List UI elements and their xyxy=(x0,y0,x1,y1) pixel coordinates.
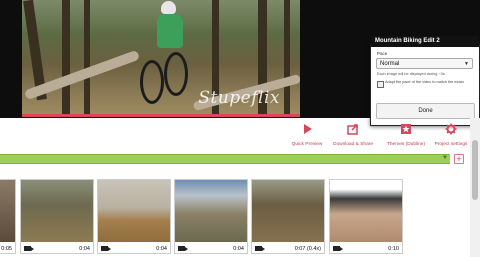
video-camera-icon xyxy=(101,246,111,251)
clip-info-bar: 0:04 xyxy=(21,242,93,253)
clip-image xyxy=(252,180,324,242)
clip-duration: 0:07 (0.4x) xyxy=(294,246,321,252)
themes-icon xyxy=(401,124,411,134)
clip-duration: 0:05 xyxy=(1,246,12,252)
clip-info-bar: 0:07 (0.4x) xyxy=(252,242,324,253)
video-camera-icon xyxy=(24,246,34,251)
done-button[interactable]: Done xyxy=(376,103,475,119)
clip-thumbnail[interactable]: 0:10 xyxy=(329,179,403,254)
chevron-down-icon[interactable]: ▼ xyxy=(442,155,448,161)
clip-image xyxy=(0,180,15,242)
pace-select[interactable]: Normal ▼ xyxy=(376,58,473,69)
music-timeline-track[interactable] xyxy=(0,154,450,164)
quick-preview-button[interactable]: Quick Preview xyxy=(281,122,333,147)
pace-select-value: Normal xyxy=(380,61,400,67)
scene-tree xyxy=(84,0,90,116)
video-camera-icon xyxy=(178,246,188,251)
video-camera-icon xyxy=(333,246,343,251)
download-share-button[interactable]: Download & Share xyxy=(327,122,379,147)
clip-image xyxy=(98,180,170,242)
clip-duration: 0:04 xyxy=(233,246,244,252)
add-track-button[interactable]: + xyxy=(454,154,464,164)
clip-image xyxy=(21,180,93,242)
clip-thumbnail[interactable]: 0:04 xyxy=(20,179,94,254)
video-camera-icon xyxy=(255,246,265,251)
clip-info-bar: 0:04 xyxy=(175,242,247,253)
clip-info-bar: 0:04 xyxy=(98,242,170,253)
share-icon xyxy=(347,124,358,135)
clip-info-bar: 0:10 xyxy=(330,242,402,253)
clip-thumbnail[interactable]: 0:07 (0.4x) xyxy=(251,179,325,254)
clip-info-bar: 0:05 xyxy=(0,242,15,253)
toolbar-label: Download & Share xyxy=(333,142,373,147)
scene-tree xyxy=(62,0,70,116)
adapt-pace-label: Adapt the pace of the video to match the… xyxy=(385,80,465,84)
scrollbar-thumb[interactable] xyxy=(472,140,478,200)
gear-icon xyxy=(445,123,457,135)
adapt-pace-checkbox[interactable] xyxy=(377,81,384,88)
clip-image xyxy=(175,180,247,242)
playback-progress-bar[interactable] xyxy=(22,114,300,117)
clip-duration: 0:10 xyxy=(388,246,399,252)
rider-helmet xyxy=(161,1,176,14)
scene-tree xyxy=(284,0,290,116)
watermark: Stupeflix xyxy=(198,88,280,108)
clip-image xyxy=(330,180,402,242)
clip-duration: 0:04 xyxy=(156,246,167,252)
rider xyxy=(157,14,183,48)
clip-thumbnail[interactable]: 0:04 xyxy=(174,179,248,254)
clip-thumbnail[interactable]: 0:04 xyxy=(97,179,171,254)
bike-wheel xyxy=(164,52,188,96)
chevron-down-icon: ▼ xyxy=(464,61,469,67)
video-preview[interactable]: Stupeflix xyxy=(22,0,300,116)
pace-info: Each image will be displayed during ~3s. xyxy=(377,72,446,76)
toolbar-label: Quick Preview xyxy=(291,142,323,147)
pace-label: Pace xyxy=(377,51,388,56)
popup-title: Mountain Biking Edit 2 xyxy=(371,36,479,47)
bike-wheel xyxy=(140,60,164,104)
clip-thumbnail[interactable]: 0:05 xyxy=(0,179,16,254)
clip-duration: 0:04 xyxy=(79,246,90,252)
play-icon xyxy=(304,124,312,134)
project-settings-popup: Mountain Biking Edit 2 Pace Normal ▼ Eac… xyxy=(370,36,480,126)
